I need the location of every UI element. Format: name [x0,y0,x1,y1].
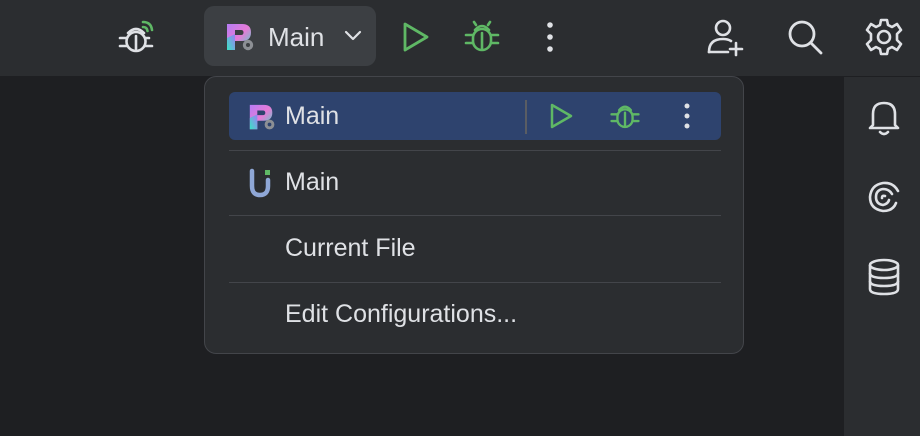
separator [229,150,721,151]
run-config-name: Main [268,22,325,52]
debug-bug-wireless-icon[interactable] [116,16,158,58]
main-toolbar: Main [0,0,920,77]
run-configuration-selector[interactable]: Main [204,6,376,66]
config-item-label: Edit Configurations... [285,300,518,328]
separator [229,215,721,216]
notifications-bell-icon[interactable] [865,97,903,137]
config-item-label: Current File [285,234,416,262]
ai-spiral-icon[interactable] [865,177,903,217]
chevron-down-icon [344,28,362,47]
config-item-label: Main [285,168,340,196]
right-tool-window-strip [843,77,920,436]
more-vertical-icon[interactable] [677,102,697,130]
database-icon[interactable] [865,257,903,297]
gradient-p-config-icon [247,102,277,137]
run-config-logo-icon [224,22,256,57]
run-icon[interactable] [398,20,432,54]
config-item-main[interactable]: Main [229,158,721,206]
divider [525,100,527,134]
debug-icon[interactable] [609,100,641,132]
config-item-label: Main [285,102,340,130]
u-config-icon [249,168,271,203]
add-user-icon[interactable] [704,16,746,58]
more-vertical-icon[interactable] [538,20,562,54]
gear-icon[interactable] [864,17,904,57]
debug-icon[interactable] [463,18,501,56]
config-item-current-file[interactable]: Current File [229,224,721,272]
run-icon[interactable] [547,102,575,130]
separator [229,282,721,283]
config-item-main-selected[interactable]: Main [229,92,721,140]
search-icon[interactable] [786,18,824,56]
run-configurations-popup: Main Main Current File Edit Configuratio… [204,76,744,354]
edit-configurations-item[interactable]: Edit Configurations... [229,290,721,338]
